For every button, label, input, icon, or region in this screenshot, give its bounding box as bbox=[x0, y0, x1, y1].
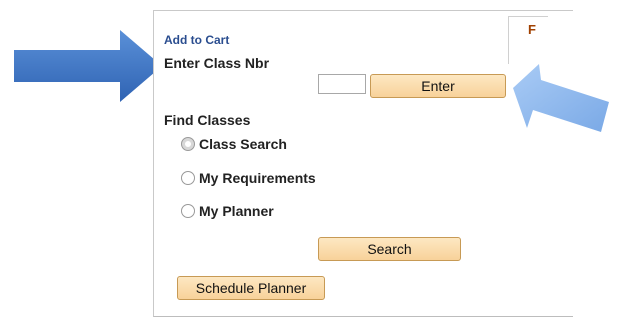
radio-class-search[interactable]: Class Search bbox=[181, 135, 287, 153]
side-panel-partial-label: F bbox=[528, 22, 536, 37]
arrow-right-icon bbox=[14, 30, 162, 102]
radio-unselected-icon[interactable] bbox=[181, 171, 195, 185]
enter-button[interactable]: Enter bbox=[370, 74, 506, 98]
radio-label: My Planner bbox=[199, 203, 274, 219]
find-classes-heading: Find Classes bbox=[164, 112, 251, 128]
radio-my-planner[interactable]: My Planner bbox=[181, 202, 274, 220]
add-to-cart-heading: Add to Cart bbox=[164, 33, 230, 47]
schedule-planner-button[interactable]: Schedule Planner bbox=[177, 276, 325, 300]
search-button[interactable]: Search bbox=[318, 237, 461, 261]
arrow-pointing-enter-icon bbox=[513, 64, 609, 132]
radio-label: Class Search bbox=[199, 136, 287, 152]
class-nbr-input[interactable] bbox=[318, 74, 366, 94]
radio-unselected-icon[interactable] bbox=[181, 204, 195, 218]
radio-my-requirements[interactable]: My Requirements bbox=[181, 169, 316, 187]
radio-selected-icon[interactable] bbox=[181, 137, 195, 151]
class-nbr-label: Enter Class Nbr bbox=[164, 55, 270, 71]
radio-label: My Requirements bbox=[199, 170, 316, 186]
